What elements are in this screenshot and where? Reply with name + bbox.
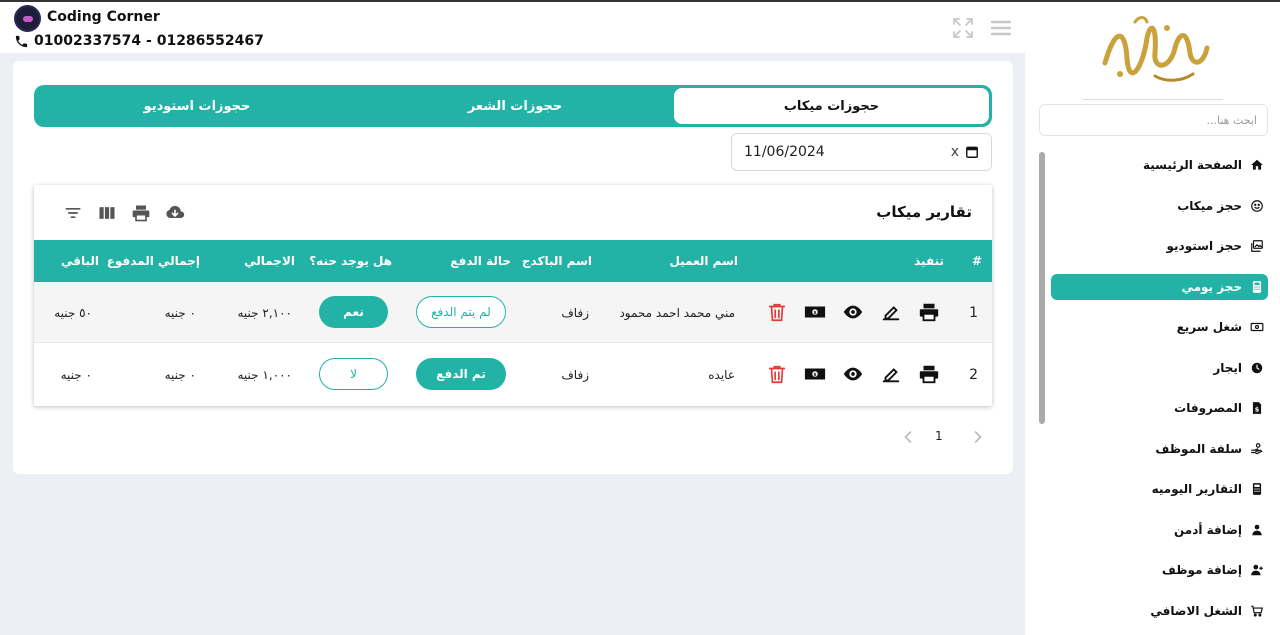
sidebar-item-extra-work[interactable]: الشغل الاضافي [1051, 598, 1268, 624]
tab-hair-bookings[interactable]: حجوزات الشعر [356, 88, 674, 124]
logo-divider [1083, 99, 1223, 100]
report-table-card: تقارير ميكاب # تنفيذ اسم العميل اسم البا… [34, 185, 992, 406]
paid-value: ٠ جنيه [164, 367, 196, 382]
henna-badge[interactable]: نعم [319, 296, 388, 328]
package-name: زفاف [561, 367, 589, 382]
hand-coin-icon [1251, 443, 1263, 455]
booking-tabs: حجوزات ميكاب حجوزات الشعر حجوزات استوديو [34, 85, 992, 127]
brand-logo [14, 5, 41, 32]
payment-status-badge[interactable]: تم الدفع [416, 358, 506, 390]
app-logo [1095, 8, 1215, 88]
client-name: عايده [708, 367, 735, 382]
tab-makeup-bookings[interactable]: حجوزات ميكاب [674, 88, 989, 124]
paid-value: ٠ جنيه [164, 305, 196, 320]
sidebar-item-studio-booking[interactable]: حجز استوديو [1051, 233, 1268, 259]
phone-numbers: 01002337574 - 01286552467 [14, 33, 264, 49]
images-icon [1251, 240, 1263, 252]
sidebar-item-rent[interactable]: ايجار [1051, 355, 1268, 381]
home-icon [1251, 159, 1263, 170]
phone-text: 01002337574 - 01286552467 [34, 33, 264, 49]
delete-icon[interactable] [766, 363, 788, 385]
col-henna: هل يوجد حنه؟ [309, 254, 392, 268]
col-remaining: الباقي [60, 254, 99, 268]
chevron-left-icon[interactable] [898, 427, 918, 447]
edit-icon[interactable] [880, 301, 902, 323]
svg-text:$: $ [813, 372, 816, 378]
chevron-right-icon[interactable] [968, 427, 988, 447]
print-row-icon[interactable] [918, 301, 940, 323]
edit-icon[interactable] [880, 363, 902, 385]
date-clear-button[interactable]: x [951, 144, 959, 160]
pagination: 1 [898, 427, 998, 447]
eye-icon[interactable] [842, 301, 864, 323]
filter-icon[interactable] [63, 203, 83, 223]
sidebar-item-daily-reports[interactable]: التقارير اليوميه [1051, 476, 1268, 502]
col-package-name: اسم الباكدج [521, 254, 592, 268]
row-number: 1 [969, 304, 978, 321]
payment-cash-icon[interactable]: $ [804, 363, 826, 385]
payment-cash-icon[interactable]: $ [804, 301, 826, 323]
remaining-value: ٠ جنيه [60, 367, 92, 382]
col-payment-status: حالة الدفع [450, 254, 511, 268]
smile-icon [1251, 200, 1263, 212]
report-title: تقارير ميكاب [876, 203, 972, 221]
phone-icon [15, 35, 28, 47]
invoice-icon: $ [1252, 402, 1262, 414]
columns-icon[interactable] [97, 203, 117, 223]
report-icon [1252, 483, 1262, 495]
col-number: # [971, 254, 982, 268]
calendar-icon[interactable] [965, 145, 979, 159]
svg-text:$: $ [813, 310, 816, 316]
col-total-paid: إجمالي المدفوع [106, 254, 200, 268]
table-header: # تنفيذ اسم العميل اسم الباكدج حالة الدف… [34, 240, 992, 282]
sidebar-item-expenses[interactable]: $ المصروفات [1051, 395, 1268, 421]
print-row-icon[interactable] [918, 363, 940, 385]
sidebar-item-home[interactable]: الصفحة الرئيسية [1051, 152, 1268, 178]
brand-name: Coding Corner [47, 9, 160, 25]
sidebar-search-input[interactable] [1039, 104, 1268, 136]
user-plus-icon [1251, 564, 1263, 576]
table-row: 1 $ مني محمد احمد محمود زفاف لم يتم الدف… [34, 282, 992, 343]
top-header: Coding Corner 01002337574 - 01286552467 [0, 2, 1025, 53]
total-value: ١,٠٠٠ جنيه [237, 367, 292, 382]
print-icon[interactable] [131, 203, 151, 223]
total-value: ٢,١٠٠ جنيه [237, 305, 292, 320]
col-total: الاجمالي [244, 254, 295, 268]
col-actions: تنفيذ [914, 254, 944, 268]
svg-text:$: $ [1255, 406, 1260, 414]
table-row: 2 $ عايده زفاف تم الدفع لا ١,٠٠٠ جنيه ٠ … [34, 344, 992, 405]
row-number: 2 [969, 366, 978, 383]
sidebar-item-add-employee[interactable]: إضافة موظف [1051, 557, 1268, 583]
cloud-download-icon[interactable] [165, 203, 185, 223]
money-icon [1250, 322, 1264, 332]
cart-icon [1251, 605, 1263, 617]
sidebar: الصفحة الرئيسية حجز ميكاب حجز استوديو حج… [1025, 2, 1280, 635]
admin-icon [1252, 524, 1262, 536]
client-name: مني محمد احمد محمود [619, 305, 735, 320]
calculator-icon [1252, 281, 1262, 293]
henna-badge[interactable]: لا [319, 358, 388, 390]
sidebar-item-daily-booking[interactable]: حجز يومي [1051, 274, 1268, 300]
page-number[interactable]: 1 [935, 429, 943, 443]
col-client-name: اسم العميل [669, 254, 738, 268]
date-filter-input[interactable]: 11/06/2024 x [731, 133, 992, 171]
package-name: زفاف [561, 305, 589, 320]
delete-icon[interactable] [766, 301, 788, 323]
eye-icon[interactable] [842, 363, 864, 385]
sidebar-item-add-admin[interactable]: إضافة أدمن [1051, 517, 1268, 543]
date-value[interactable]: 11/06/2024 [744, 144, 951, 160]
sidebar-item-employee-advance[interactable]: سلفة الموظف [1051, 436, 1268, 462]
sidebar-item-quick-work[interactable]: شغل سريع [1051, 314, 1268, 340]
menu-icon[interactable] [989, 16, 1013, 40]
main-card: حجوزات ميكاب حجوزات الشعر حجوزات استوديو… [13, 61, 1013, 474]
payment-status-badge[interactable]: لم يتم الدفع [416, 296, 506, 328]
clock-icon [1251, 362, 1263, 374]
sidebar-item-makeup-booking[interactable]: حجز ميكاب [1051, 193, 1268, 219]
tab-studio-bookings[interactable]: حجوزات استوديو [38, 88, 356, 124]
remaining-value: ٥٠ جنيه [54, 305, 92, 320]
sidebar-scrollbar[interactable] [1039, 152, 1045, 424]
fullscreen-icon[interactable] [951, 16, 975, 40]
